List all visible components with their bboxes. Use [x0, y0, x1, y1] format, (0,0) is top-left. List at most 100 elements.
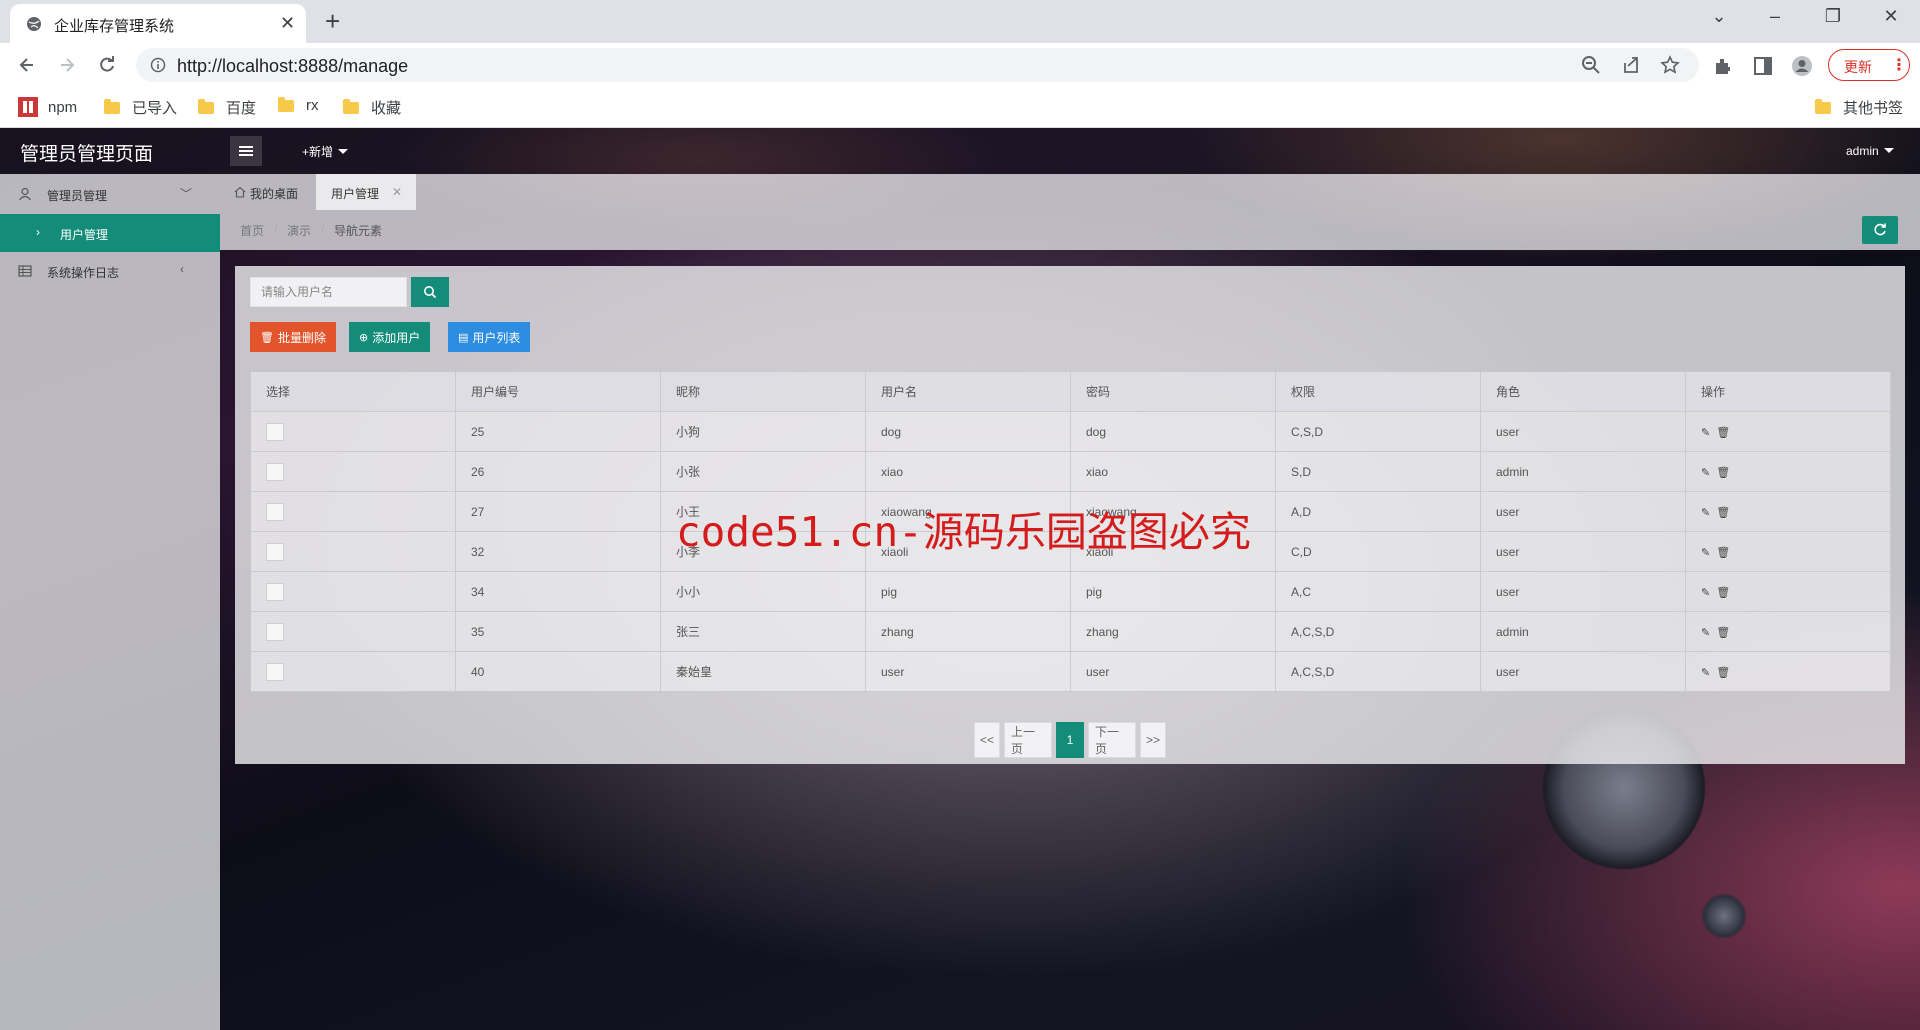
list-icon: ▤ — [458, 331, 469, 344]
new-tab-icon[interactable]: + — [325, 6, 340, 37]
reload-icon[interactable] — [93, 51, 121, 79]
sidebar-item-operation-log[interactable]: 系统操作日志 ‹ — [0, 252, 220, 290]
prev-page-button[interactable]: 上一页 — [1004, 722, 1052, 758]
profile-icon[interactable] — [1791, 55, 1813, 77]
user-list-button[interactable]: ▤ 用户列表 — [448, 322, 531, 352]
cell-nickname: 小狗 — [660, 411, 866, 452]
caret-down-icon — [338, 149, 349, 154]
more-menu-icon[interactable]: ⋮ — [1891, 55, 1907, 75]
delete-icon[interactable]: 🗑 — [1716, 467, 1730, 479]
pagination: << 上一页 1 下一页 >> — [974, 722, 1170, 758]
app-header: 管理员管理页面 +新增 admin — [0, 128, 1920, 174]
side-panel-icon[interactable] — [1752, 55, 1774, 77]
bookmark-npm[interactable]: npm — [18, 97, 77, 117]
bookmark-favorites[interactable]: 收藏 — [343, 97, 401, 118]
batch-delete-button[interactable]: 🗑 批量删除 — [250, 322, 336, 352]
back-icon[interactable] — [13, 51, 41, 79]
row-checkbox[interactable] — [266, 422, 284, 441]
bookmark-baidu[interactable]: 百度 — [198, 97, 256, 118]
row-checkbox[interactable] — [266, 542, 284, 561]
share-icon[interactable] — [1621, 55, 1641, 75]
row-checkbox[interactable] — [266, 662, 284, 681]
tab-user-manage[interactable]: 用户管理 ✕ — [316, 174, 416, 210]
cell-actions: ✎ 🗑 — [1685, 611, 1891, 652]
bookmark-other[interactable]: 其他书签 — [1815, 97, 1903, 118]
cell-username: xiao — [865, 451, 1071, 492]
edit-icon[interactable]: ✎ — [1701, 547, 1710, 559]
new-menu-label: +新增 — [302, 145, 334, 159]
sidebar-item-admin-manage[interactable]: 管理员管理 ﹀ — [0, 175, 220, 213]
sidebar-item-user-manage[interactable]: › 用户管理 — [0, 214, 220, 252]
add-user-button[interactable]: ⊕ 添加用户 — [349, 322, 431, 352]
bookmark-rx[interactable]: rx — [278, 96, 319, 114]
site-info-icon[interactable] — [150, 57, 166, 73]
cell-id: 40 — [455, 651, 661, 692]
username-search-input[interactable] — [250, 277, 407, 307]
menu-toggle-icon[interactable] — [230, 136, 262, 166]
row-checkbox[interactable] — [266, 582, 284, 601]
last-page-button[interactable]: >> — [1140, 722, 1166, 758]
edit-icon[interactable]: ✎ — [1701, 627, 1710, 639]
tab-search-icon[interactable]: ⌄ — [1690, 6, 1748, 27]
browser-tab[interactable]: 企业库存管理系统 ✕ — [10, 4, 306, 43]
edit-icon[interactable]: ✎ — [1701, 667, 1710, 679]
minimize-icon[interactable]: – — [1746, 6, 1804, 27]
address-bar[interactable]: http://localhost:8888/manage — [136, 48, 1699, 82]
edit-icon[interactable]: ✎ — [1701, 467, 1710, 479]
delete-icon[interactable]: 🗑 — [1716, 667, 1730, 679]
plus-circle-icon: ⊕ — [359, 331, 369, 344]
cell-nickname: 小张 — [660, 451, 866, 492]
url-text[interactable]: http://localhost:8888/manage — [177, 56, 408, 77]
close-tab-icon[interactable]: ✕ — [392, 185, 402, 199]
bookmark-label: 已导入 — [132, 100, 178, 117]
tab-my-desktop[interactable]: 我的桌面 — [220, 174, 316, 210]
user-menu[interactable]: admin — [1846, 144, 1894, 158]
edit-icon[interactable]: ✎ — [1701, 507, 1710, 519]
sidebar: 管理员管理 ﹀ › 用户管理 系统操作日志 ‹ — [0, 174, 220, 1030]
chevron-down-icon: ﹀ — [180, 187, 193, 201]
first-page-button[interactable]: << — [974, 722, 1000, 758]
row-checkbox[interactable] — [266, 502, 284, 521]
table-row: 25 小狗 dog dog C,S,D user ✎ 🗑 — [250, 411, 1891, 452]
edit-icon[interactable]: ✎ — [1701, 587, 1710, 599]
batch-delete-label: 批量删除 — [277, 330, 326, 345]
bookmark-label: 其他书签 — [1843, 100, 1904, 117]
extensions-icon[interactable] — [1712, 55, 1734, 77]
delete-icon[interactable]: 🗑 — [1716, 547, 1730, 559]
breadcrumb-demo[interactable]: 演示 — [287, 222, 311, 239]
user-menu-label: admin — [1846, 144, 1879, 158]
bookmark-label: 百度 — [226, 100, 257, 117]
refresh-button[interactable] — [1862, 216, 1898, 244]
breadcrumb-home[interactable]: 首页 — [240, 222, 264, 239]
delete-icon[interactable]: 🗑 — [1716, 627, 1730, 639]
restore-icon[interactable]: ❐ — [1804, 6, 1862, 27]
tab-label: 我的桌面 — [250, 187, 299, 201]
bookmark-label: rx — [306, 97, 319, 114]
next-page-button[interactable]: 下一页 — [1088, 722, 1136, 758]
cell-role: user — [1480, 491, 1686, 532]
delete-icon[interactable]: 🗑 — [1716, 507, 1730, 519]
row-checkbox[interactable] — [266, 622, 284, 641]
zoom-icon[interactable] — [1581, 55, 1601, 75]
bookmark-imported[interactable]: 已导入 — [104, 97, 177, 118]
edit-icon[interactable]: ✎ — [1701, 427, 1710, 439]
cell-password: user — [1070, 651, 1276, 692]
close-tab-icon[interactable]: ✕ — [280, 13, 295, 34]
cell-nickname: 张三 — [660, 611, 866, 652]
delete-icon[interactable]: 🗑 — [1716, 427, 1730, 439]
row-checkbox[interactable] — [266, 462, 284, 481]
close-window-icon[interactable]: ✕ — [1862, 6, 1920, 27]
search-icon — [424, 286, 437, 299]
cell-role: user — [1480, 531, 1686, 572]
page-1-button[interactable]: 1 — [1056, 722, 1084, 758]
delete-icon[interactable]: 🗑 — [1716, 587, 1730, 599]
cell-actions: ✎ 🗑 — [1685, 411, 1891, 452]
new-menu[interactable]: +新增 — [302, 143, 349, 160]
search-button[interactable] — [411, 277, 449, 307]
update-button[interactable]: 更新 ⋮ — [1828, 49, 1910, 81]
forward-icon[interactable] — [53, 51, 81, 79]
browser-tab-title: 企业库存管理系统 — [54, 18, 175, 35]
bookmark-star-icon[interactable] — [1660, 55, 1680, 75]
folder-icon — [343, 98, 359, 114]
cell-username: zhang — [865, 611, 1071, 652]
